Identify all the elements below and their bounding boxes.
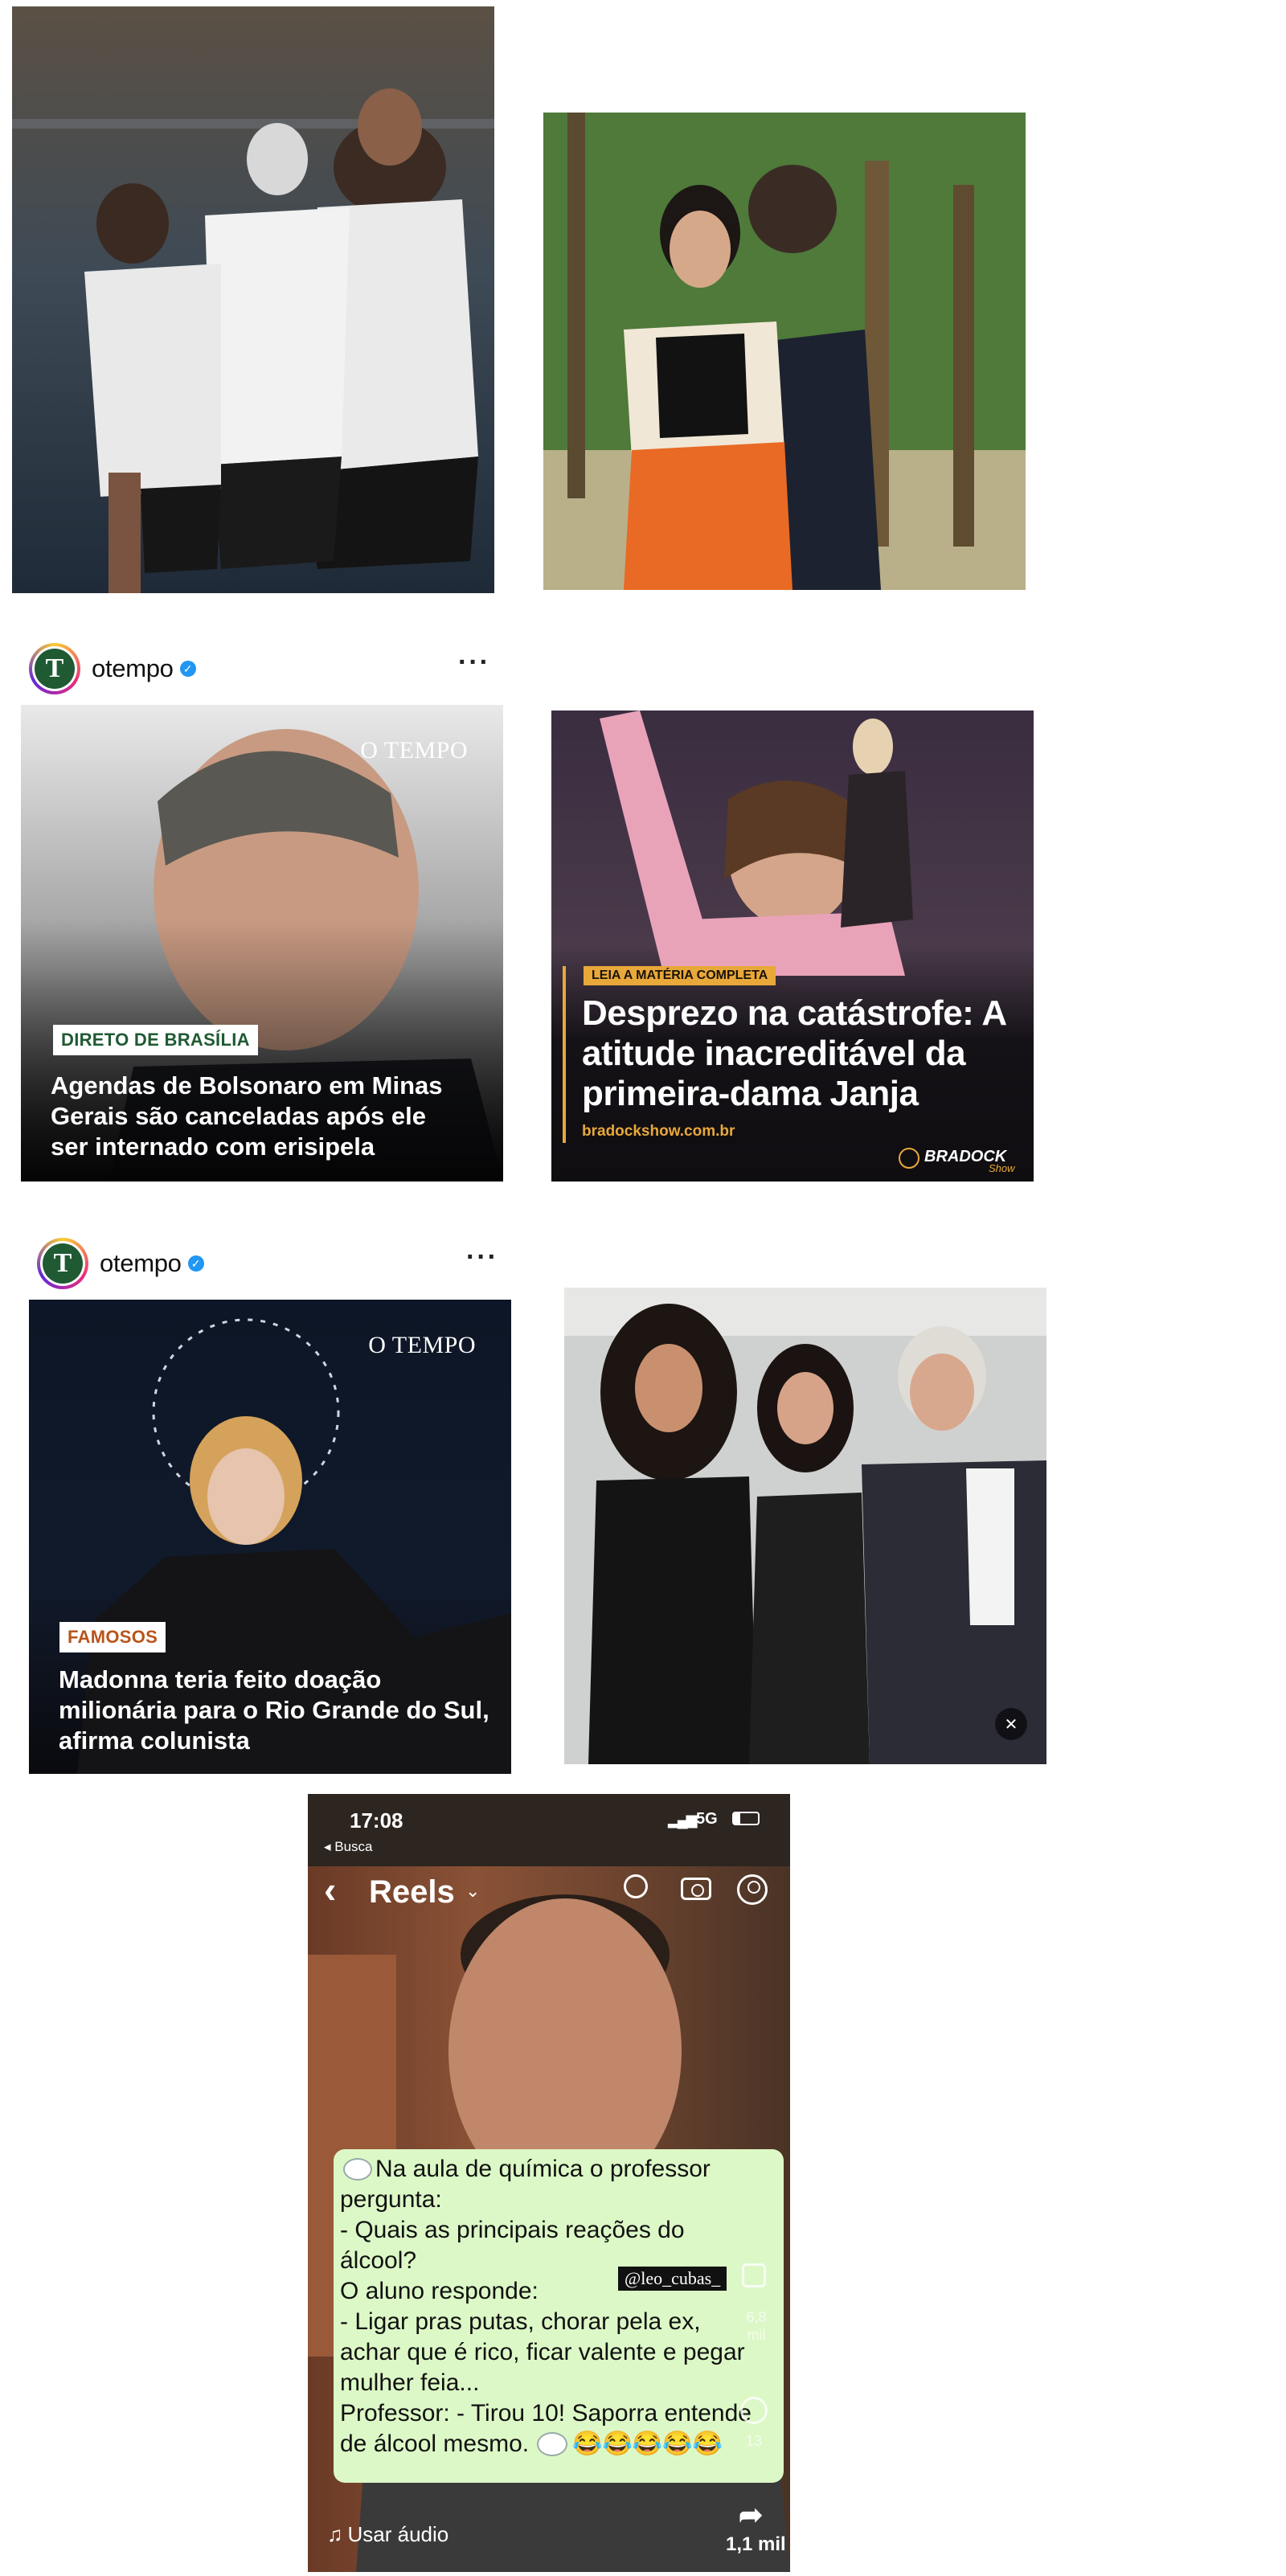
message-line: - Ligar pras putas, chorar pela ex, xyxy=(340,2308,701,2335)
profile-avatar[interactable]: T xyxy=(29,643,80,694)
network-label: 5G xyxy=(696,1810,718,1828)
username-tag[interactable]: @leo_cubas_ xyxy=(618,2267,727,2291)
couple-photo xyxy=(543,113,1026,590)
ad-accent-bar xyxy=(563,966,566,1143)
ad-card-janja[interactable]: LEIA A MATÉRIA COMPLETA Desprezo na catá… xyxy=(551,711,1034,1182)
bradock-logo-sub: Show xyxy=(989,1162,1015,1174)
more-options-button[interactable]: ··· xyxy=(458,647,490,678)
comment-count: 13 xyxy=(745,2433,763,2449)
message-line: mulher feia... xyxy=(340,2369,480,2396)
speech-bubble-icon xyxy=(343,2158,372,2181)
message-line: achar que é rico, ficar valente e pegar xyxy=(340,2339,745,2365)
search-icon[interactable] xyxy=(624,1874,648,1898)
comment-icon[interactable] xyxy=(740,2397,768,2424)
post-header: T otempo ✓ xyxy=(37,1235,204,1292)
message-line: - Quais as principais reações do xyxy=(340,2217,685,2243)
profile-avatar[interactable]: T xyxy=(37,1238,88,1289)
news-headline: Agendas de Bolsonaro em Minas Gerais são… xyxy=(51,1071,443,1161)
share-count: 1,1 mil xyxy=(726,2533,786,2555)
bradock-logo-icon xyxy=(899,1148,919,1169)
verified-badge-icon: ✓ xyxy=(187,1255,204,1272)
chevron-down-icon[interactable]: ⌄ xyxy=(465,1881,480,1902)
bradock-logo: BRADOCK Show xyxy=(899,1145,1019,1177)
category-tag: FAMOSOS xyxy=(59,1622,166,1652)
use-audio-label: Usar áudio xyxy=(347,2522,449,2546)
verified-badge-icon: ✓ xyxy=(179,661,196,677)
reels-title[interactable]: Reels xyxy=(369,1874,455,1910)
signal-icon: ▂▄▆ xyxy=(668,1812,697,1828)
like-icon[interactable] xyxy=(742,2263,766,2287)
use-audio-button[interactable]: ♫ Usar áudio xyxy=(327,2522,448,2547)
otempo-logo-icon: T xyxy=(43,1243,83,1284)
ad-kicker: LEIA A MATÉRIA COMPLETA xyxy=(584,966,776,985)
profile-icon[interactable] xyxy=(737,1874,768,1905)
ad-url[interactable]: bradockshow.com.br xyxy=(582,1123,735,1141)
speech-bubble-icon xyxy=(537,2432,568,2456)
brand-watermark: O TEMPO xyxy=(368,1332,476,1358)
like-count: 6,8 mil xyxy=(746,2309,767,2343)
back-chevron-icon[interactable]: ‹ xyxy=(324,1868,336,1911)
battery-icon xyxy=(732,1812,760,1825)
camera-icon[interactable] xyxy=(681,1878,711,1900)
message-line: de álcool mesmo. xyxy=(340,2431,530,2457)
more-options-button[interactable]: ··· xyxy=(466,1242,498,1273)
news-card-bolsonaro[interactable]: O TEMPO DIRETO DE BRASÍLIA Agendas de Bo… xyxy=(21,705,503,1182)
share-icon[interactable]: ➦ xyxy=(739,2498,763,2532)
three-people-photo: ✕ xyxy=(564,1288,1046,1764)
profile-handle[interactable]: otempo xyxy=(92,654,174,683)
news-headline: Madonna teria feito doação milionária pa… xyxy=(59,1665,489,1755)
news-card-madonna[interactable]: O TEMPO FAMOSOS Madonna teria feito doaç… xyxy=(29,1300,511,1774)
reels-screenshot[interactable]: 17:08 ◂ Busca ▂▄▆ 5G ‹ Reels ⌄ Na aula d… xyxy=(308,1794,790,2572)
ad-headline: Desprezo na catástrofe: A atitude inacre… xyxy=(582,993,1006,1113)
back-to-app[interactable]: ◂ Busca xyxy=(324,1839,373,1855)
brand-watermark: O TEMPO xyxy=(360,737,468,764)
chat-message-bubble: Na aula de química o professor pergunta:… xyxy=(334,2149,784,2483)
music-note-icon: ♫ xyxy=(327,2522,343,2546)
emoji-row: 😂😂😂😂😂 xyxy=(572,2431,723,2457)
profile-handle[interactable]: otempo xyxy=(100,1249,182,1278)
post-header: T otempo ✓ xyxy=(29,641,196,697)
category-tag: DIRETO DE BRASÍLIA xyxy=(53,1025,258,1055)
message-line: Professor: - Tirou 10! Saporra entende xyxy=(340,2400,752,2427)
status-time: 17:08 xyxy=(350,1808,403,1833)
otempo-logo-icon: T xyxy=(35,649,75,689)
football-players-photo xyxy=(12,6,494,593)
mute-icon[interactable]: ✕ xyxy=(995,1708,1027,1740)
message-line: pergunta: xyxy=(340,2186,442,2213)
message-line: Na aula de química o professor xyxy=(375,2156,711,2182)
